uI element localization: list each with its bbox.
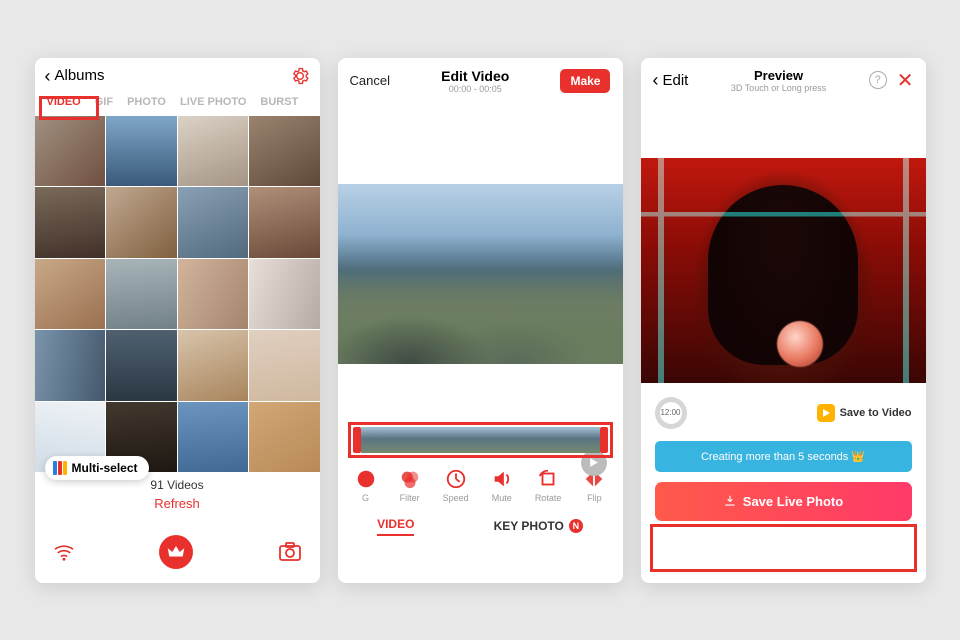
tab-editor-video[interactable]: VIDEO [377,517,414,536]
save-live-photo-button[interactable]: Save Live Photo [655,482,912,521]
video-thumb[interactable] [178,187,249,258]
crown-icon [167,545,185,559]
wifi-icon [53,543,75,561]
video-thumb[interactable] [178,402,249,473]
camera-button[interactable] [278,542,302,562]
cancel-button[interactable]: Cancel [350,73,390,88]
back-label: Edit [663,72,689,89]
camera-icon [278,542,302,562]
trim-handle-left[interactable] [353,427,361,453]
speed-icon [445,468,467,490]
video-thumb[interactable] [249,116,320,187]
video-thumb[interactable] [178,330,249,401]
help-button[interactable]: ? [869,71,887,89]
rotate-icon [537,468,559,490]
live-photo-preview[interactable] [641,158,926,383]
trim-timeline[interactable] [348,422,613,458]
back-label: Albums [55,67,105,84]
video-thumb[interactable] [106,330,177,401]
mute-icon [491,468,513,490]
gear-icon [290,66,310,86]
preview-title: Preview [731,68,826,83]
timeline-frame[interactable] [450,427,480,453]
duration-chip[interactable]: 12:00 [655,397,687,429]
filter-icon [399,468,421,490]
multi-select-icon [53,461,67,475]
video-thumb[interactable] [178,116,249,187]
video-thumb[interactable] [249,402,320,473]
video-thumb[interactable] [35,187,106,258]
multi-select-button[interactable]: Multi-select [45,456,149,480]
bottom-bar [35,525,320,583]
timeline-frame[interactable] [570,427,600,453]
refresh-button[interactable]: Refresh [35,494,320,521]
edit-title-block: Edit Video 00:00 - 00:05 [441,68,509,94]
tab-video[interactable]: VIDEO [47,96,81,108]
timeline-frame[interactable] [361,427,391,453]
edit-video-screen: Cancel Edit Video 00:00 - 00:05 Make G F… [338,58,623,583]
video-file-icon [817,404,835,422]
premium-button[interactable] [159,535,193,569]
save-to-video-button[interactable]: Save to Video [817,404,912,422]
tab-key-photo[interactable]: KEY PHOTO N [494,517,583,536]
video-grid [35,116,320,473]
close-button[interactable]: ✕ [897,68,914,93]
make-button[interactable]: Make [560,69,610,93]
timeline-frame[interactable] [480,427,510,453]
time-range: 00:00 - 00:05 [441,84,509,94]
new-badge: N [569,519,583,533]
chevron-left-icon: ‹ [653,71,659,89]
back-albums[interactable]: ‹ Albums [45,67,105,85]
mountain-landscape [338,259,623,364]
video-thumb[interactable] [178,259,249,330]
tab-burst[interactable]: BURST [260,96,298,108]
albums-screen: ‹ Albums VIDEO GIF PHOTO LIVE PHOTO BURS… [35,58,320,583]
video-thumb[interactable] [106,116,177,187]
timeline-frame[interactable] [510,427,540,453]
rose-prop [777,321,823,367]
preview-subtitle: 3D Touch or Long press [731,83,826,93]
timeline-frame[interactable] [390,427,420,453]
highlight-save-live [650,524,917,572]
video-thumb[interactable] [106,187,177,258]
media-type-tabs: VIDEO GIF PHOTO LIVE PHOTO BURST [35,90,320,116]
tab-photo[interactable]: PHOTO [127,96,166,108]
tool-speed[interactable]: Speed [443,468,469,503]
play-icon [588,457,599,468]
tool-rotate[interactable]: Rotate [535,468,562,503]
download-icon [723,494,737,508]
video-thumb[interactable] [35,330,106,401]
timeline-frame[interactable] [420,427,450,453]
video-thumb[interactable] [249,259,320,330]
tab-gif[interactable]: GIF [95,96,113,108]
video-thumb[interactable] [35,259,106,330]
multi-select-label: Multi-select [72,461,138,475]
video-thumb[interactable] [249,330,320,401]
preview-title-block: Preview 3D Touch or Long press [731,68,826,93]
video-thumb[interactable] [106,259,177,330]
wifi-button[interactable] [53,543,75,561]
preview-screen: ‹ Edit Preview 3D Touch or Long press ? … [641,58,926,583]
video-thumb[interactable] [35,116,106,187]
tool-mute[interactable]: Mute [491,468,513,503]
settings-button[interactable] [290,66,310,86]
tool-row: G Filter Speed Mute Rotate Flip [338,458,623,509]
bg-icon [355,468,377,490]
video-preview[interactable] [338,184,623,364]
trim-handle-right[interactable] [600,427,608,453]
tool-bg[interactable]: G [355,468,377,503]
back-edit[interactable]: ‹ Edit [653,71,689,89]
chevron-left-icon: ‹ [45,67,51,85]
editor-tabs: VIDEO KEY PHOTO N [338,509,623,546]
edit-title: Edit Video [441,68,509,84]
tool-filter[interactable]: Filter [399,468,421,503]
timeline-frame[interactable] [540,427,570,453]
tab-live-photo[interactable]: LIVE PHOTO [180,96,246,108]
duration-banner: Creating more than 5 seconds 👑 [655,441,912,472]
video-thumb[interactable] [249,187,320,258]
